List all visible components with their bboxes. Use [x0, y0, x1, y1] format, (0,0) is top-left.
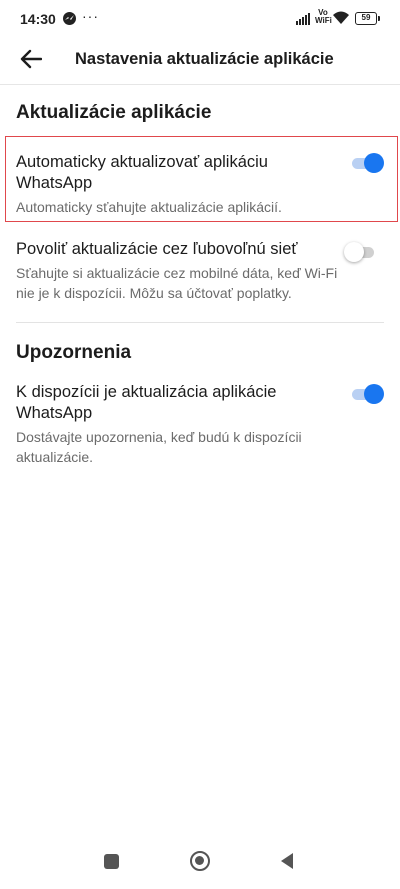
home-icon[interactable]: [190, 851, 210, 871]
status-time: 14:30: [20, 11, 56, 27]
back-button[interactable]: [16, 44, 48, 76]
auto-update-toggle[interactable]: [352, 152, 384, 174]
app-bar: Nastavenia aktualizácie aplikácie: [0, 38, 400, 84]
more-notifications-indicator: ···: [82, 8, 99, 24]
battery-icon: 59: [355, 12, 380, 25]
signal-icon: [296, 13, 314, 25]
setting-update-available[interactable]: K dispozícii je aktualizácia aplikácie W…: [16, 382, 346, 467]
system-nav-bar: [0, 839, 400, 889]
update-available-toggle[interactable]: [352, 383, 384, 405]
section-title-notifications: Upozornenia: [16, 342, 132, 363]
setting-any-network[interactable]: Povoliť aktualizácie cez ľubovoľnú sieť …: [16, 239, 346, 303]
page-title: Nastavenia aktualizácie aplikácie: [75, 50, 334, 68]
setting-description: Dostávajte upozornenia, keď budú k dispo…: [16, 429, 302, 465]
section-title-app-updates: Aktualizácie aplikácie: [16, 102, 212, 123]
any-network-toggle[interactable]: [344, 241, 376, 263]
setting-description: Sťahujte si aktualizácie cez mobilné dát…: [16, 265, 338, 301]
setting-label: Povoliť aktualizácie cez ľubovoľnú sieť: [16, 240, 298, 258]
setting-description: Automaticky sťahujte aktualizácie apliká…: [16, 199, 282, 215]
back-icon[interactable]: [281, 853, 293, 869]
vowifi-label: Vo WiFi: [315, 8, 332, 25]
app-bar-divider: [0, 84, 400, 85]
setting-auto-update[interactable]: Automaticky aktualizovať aplikáciu Whats…: [16, 152, 346, 217]
status-bar: 14:30 ··· Vo WiFi 59: [0, 0, 400, 38]
wifi-icon: [332, 11, 350, 30]
setting-label: K dispozícii je aktualizácia aplikácie W…: [16, 383, 277, 422]
section-divider: [16, 322, 384, 323]
recents-icon[interactable]: [104, 854, 119, 869]
setting-label: Automaticky aktualizovať aplikáciu Whats…: [16, 153, 268, 192]
arrow-left-icon: [20, 49, 42, 69]
messenger-icon: [63, 12, 76, 25]
